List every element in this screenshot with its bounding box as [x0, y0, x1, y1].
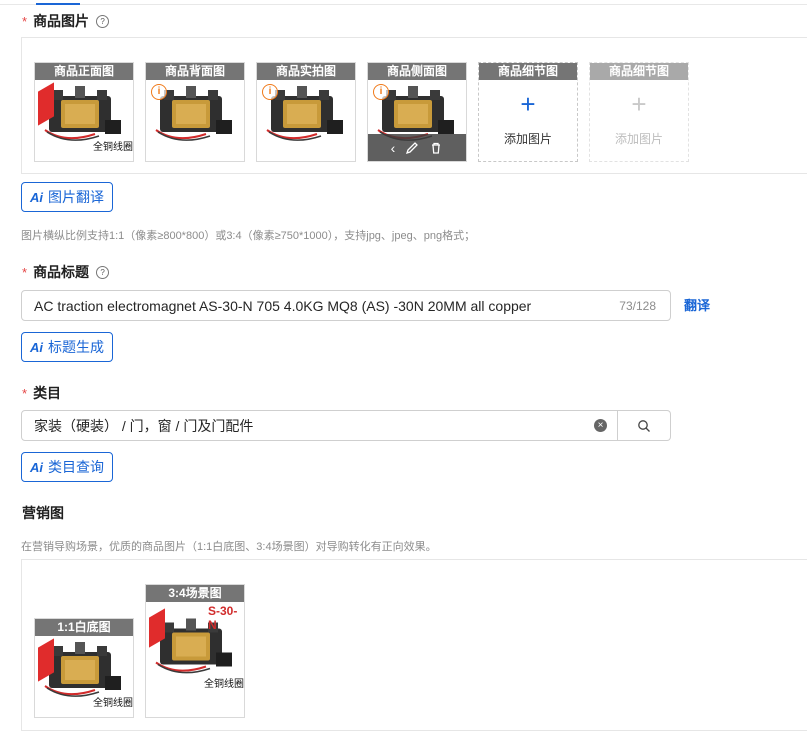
product-title-value: AC traction electromagnet AS-30-N 705 4.…	[34, 297, 532, 314]
image-caption: 商品侧面图	[368, 63, 466, 80]
coil-label: 全铜线圈	[93, 698, 133, 709]
ai-icon: Ai	[30, 459, 43, 475]
image-caption: 商品实拍图	[257, 63, 355, 80]
title-section-label: * 商品标题 ?	[22, 262, 110, 282]
image-caption: 1:1白底图	[35, 619, 133, 636]
coil-label: 全铜线圈	[93, 142, 133, 153]
image-slot-detail-disabled[interactable]: 商品细节图 + 添加图片	[589, 62, 689, 162]
required-mark: *	[22, 13, 28, 29]
ai-icon: Ai	[30, 339, 43, 355]
image-caption: 3:4场景图	[146, 585, 244, 602]
image-slot-back[interactable]: 商品背面图 i	[145, 62, 245, 162]
chevron-left-icon[interactable]: ‹	[391, 140, 396, 156]
trash-icon[interactable]	[429, 141, 443, 155]
add-image-label: 添加图片	[614, 132, 663, 146]
edit-icon[interactable]	[405, 141, 419, 155]
images-label-text: 商品图片	[33, 13, 90, 29]
image-caption: 商品正面图	[35, 63, 133, 80]
marketing-slot-white-bg[interactable]: 1:1白底图 全铜线圈	[34, 618, 134, 718]
image-toolbar: ‹	[368, 134, 466, 161]
marketing-hint: 在营销导购场景，优质的商品图片（1:1白底图、3:4场景图）对导购转化有正向效果…	[21, 541, 437, 553]
image-slot-front[interactable]: 商品正面图 全铜线圈	[34, 62, 134, 162]
clear-icon[interactable]: ×	[594, 419, 607, 432]
marketing-slot-scene[interactable]: 3:4场景图 S-30-N 全铜线圈	[145, 584, 245, 718]
product-title-input[interactable]: AC traction electromagnet AS-30-N 705 4.…	[21, 290, 671, 321]
plus-icon: +	[520, 89, 536, 119]
image-slot-detail[interactable]: 商品细节图 + 添加图片	[478, 62, 578, 162]
model-label: S-30-N	[208, 604, 238, 632]
ai-icon: Ai	[30, 189, 43, 205]
image-caption: 商品细节图	[479, 63, 577, 80]
title-label-text: 商品标题	[33, 264, 90, 280]
category-value: 家装（硬装） / 门，窗 / 门及门配件	[34, 417, 254, 434]
title-char-counter: 73/128	[619, 298, 656, 313]
image-caption: 商品背面图	[146, 63, 244, 80]
warning-icon[interactable]: i	[373, 84, 389, 100]
help-icon[interactable]: ?	[96, 14, 110, 28]
marketing-section-label: 营销图	[22, 503, 64, 523]
add-image-label: 添加图片	[503, 132, 552, 146]
image-translate-label: 图片翻译	[48, 189, 104, 205]
warning-icon[interactable]: i	[262, 84, 278, 100]
required-mark: *	[22, 385, 28, 401]
plus-icon: +	[631, 89, 647, 119]
help-icon[interactable]: ?	[96, 265, 110, 279]
image-slot-real[interactable]: 商品实拍图 i	[256, 62, 356, 162]
category-search-button[interactable]	[618, 410, 671, 441]
coil-label: 全铜线圈	[204, 679, 244, 690]
image-slot-side[interactable]: 商品侧面图 i ‹	[367, 62, 467, 162]
marketing-label-text: 营销图	[22, 505, 64, 521]
category-input[interactable]: 家装（硬装） / 门，窗 / 门及门配件	[21, 410, 618, 441]
top-divider	[0, 4, 807, 5]
category-query-label: 类目查询	[48, 459, 104, 475]
category-section-label: * 类目	[22, 383, 61, 403]
title-generate-label: 标题生成	[48, 339, 104, 355]
images-panel: 商品正面图 全铜线圈 商品背面图 i 商品实拍图 i 商品侧面图 i ‹ 商品细…	[21, 37, 807, 174]
image-caption: 商品细节图	[590, 63, 688, 80]
translate-link[interactable]: 翻译	[684, 295, 710, 314]
image-format-hint: 图片横纵比例支持1:1（像素≥800*800）或3:4（像素≥750*1000）…	[21, 230, 476, 242]
category-label-text: 类目	[33, 385, 62, 401]
category-query-button[interactable]: Ai 类目查询	[21, 452, 113, 482]
title-generate-button[interactable]: Ai 标题生成	[21, 332, 113, 362]
image-translate-button[interactable]: Ai 图片翻译	[21, 182, 113, 212]
search-icon	[638, 419, 650, 432]
warning-icon[interactable]: i	[151, 84, 167, 100]
marketing-panel: 1:1白底图 全铜线圈 3:4场景图 S-30-N 全铜线圈	[21, 559, 807, 731]
active-tab-indicator	[36, 3, 80, 5]
images-section-label: * 商品图片 ?	[22, 11, 110, 31]
required-mark: *	[22, 264, 28, 280]
